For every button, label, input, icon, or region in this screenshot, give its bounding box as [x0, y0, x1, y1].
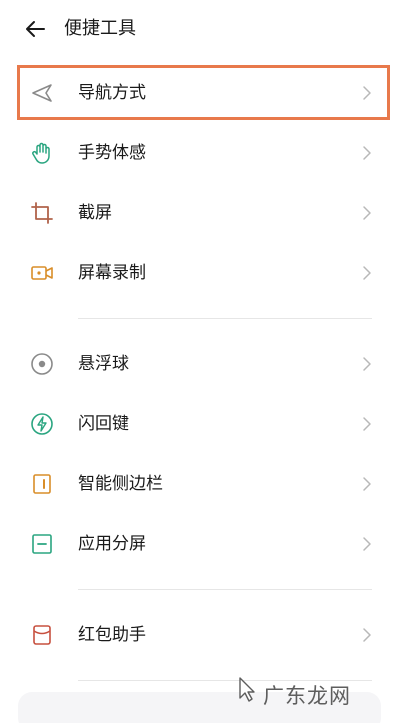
- menu-item-floating-ball[interactable]: 悬浮球: [0, 335, 399, 393]
- menu-item-label: 应用分屏: [78, 534, 146, 554]
- menu-item-screen-recording[interactable]: 屏幕录制: [0, 244, 399, 302]
- split-screen-icon: [32, 534, 52, 554]
- section-divider: [78, 589, 372, 590]
- chevron-right-icon: [363, 477, 371, 491]
- hand-gesture-icon: [32, 142, 50, 164]
- cursor-icon: [239, 677, 255, 702]
- menu-item-label: 截屏: [78, 203, 112, 223]
- menu-item-label: 屏幕录制: [78, 263, 146, 283]
- sidebar-icon: [33, 474, 51, 494]
- page-title: 便捷工具: [64, 18, 136, 39]
- chevron-right-icon: [363, 206, 371, 220]
- lightning-bolt-icon: [31, 413, 53, 435]
- menu-item-label: 悬浮球: [78, 354, 129, 374]
- menu-item-label: 智能侧边栏: [78, 474, 163, 494]
- menu-item-label: 红包助手: [78, 625, 146, 645]
- highlight-box: [17, 65, 390, 120]
- section-divider: [78, 318, 372, 319]
- menu-item-label: 闪回键: [78, 414, 129, 434]
- chevron-right-icon: [363, 417, 371, 431]
- menu-item-smart-sidebar[interactable]: 智能侧边栏: [0, 455, 399, 513]
- chevron-right-icon: [363, 266, 371, 280]
- menu-item-gesture-motion[interactable]: 手势体感: [0, 124, 399, 182]
- watermark-text: 广东龙网: [263, 684, 351, 708]
- menu-item-label: 手势体感: [78, 143, 146, 163]
- menu-item-screenshot[interactable]: 截屏: [0, 184, 399, 242]
- app-header: 便捷工具: [0, 0, 399, 58]
- floating-ball-icon: [31, 353, 53, 375]
- chevron-right-icon: [363, 537, 371, 551]
- video-camera-icon: [31, 266, 53, 280]
- chevron-right-icon: [363, 628, 371, 642]
- back-arrow-icon[interactable]: [22, 16, 48, 42]
- menu-item-flashback-key[interactable]: 闪回键: [0, 395, 399, 453]
- chevron-right-icon: [363, 357, 371, 371]
- crop-icon: [31, 202, 53, 224]
- red-envelope-icon: [33, 625, 51, 645]
- chevron-right-icon: [363, 146, 371, 160]
- menu-item-split-screen[interactable]: 应用分屏: [0, 515, 399, 573]
- menu-item-red-envelope-assistant[interactable]: 红包助手: [0, 606, 399, 664]
